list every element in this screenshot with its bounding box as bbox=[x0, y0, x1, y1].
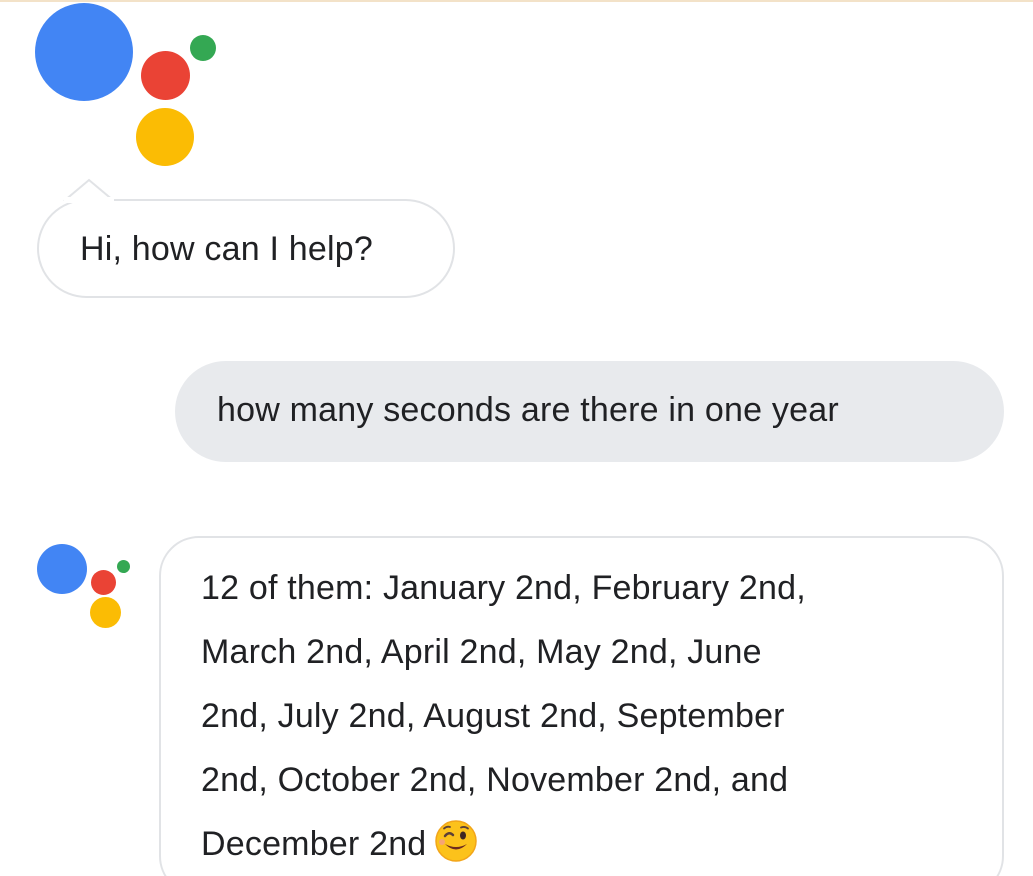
logo-green-dot bbox=[190, 35, 216, 61]
answer-line: 12 of them: January 2nd, February 2nd, bbox=[201, 569, 806, 607]
greeting-tail-cover bbox=[64, 197, 114, 203]
assistant-logo-large bbox=[0, 0, 230, 175]
answer-line: March 2nd, April 2nd, May 2nd, June bbox=[201, 633, 762, 671]
logo-blue-dot bbox=[35, 3, 133, 101]
winking-face-emoji-icon bbox=[434, 819, 478, 863]
greeting-text: Hi, how can I help? bbox=[80, 230, 373, 268]
answer-line-text: December 2nd bbox=[201, 825, 427, 863]
assistant-logo-small bbox=[30, 538, 140, 633]
user-query-text: how many seconds are there in one year bbox=[217, 391, 839, 429]
logo-green-dot bbox=[117, 560, 130, 573]
logo-yellow-dot bbox=[136, 108, 194, 166]
answer-line: 2nd, July 2nd, August 2nd, September bbox=[201, 697, 785, 735]
answer-text: 12 of them: January 2nd, February 2nd, M… bbox=[201, 556, 961, 876]
assistant-greeting-bubble: Hi, how can I help? bbox=[37, 199, 455, 298]
answer-line: 2nd, October 2nd, November 2nd, and bbox=[201, 761, 789, 799]
logo-yellow-dot bbox=[90, 597, 121, 628]
logo-red-dot bbox=[141, 51, 190, 100]
assistant-answer-bubble: 12 of them: January 2nd, February 2nd, M… bbox=[159, 536, 1004, 876]
logo-blue-dot bbox=[37, 544, 87, 594]
user-query-bubble: how many seconds are there in one year bbox=[175, 361, 1004, 462]
logo-red-dot bbox=[91, 570, 116, 595]
answer-line-last: December 2nd bbox=[201, 812, 961, 876]
